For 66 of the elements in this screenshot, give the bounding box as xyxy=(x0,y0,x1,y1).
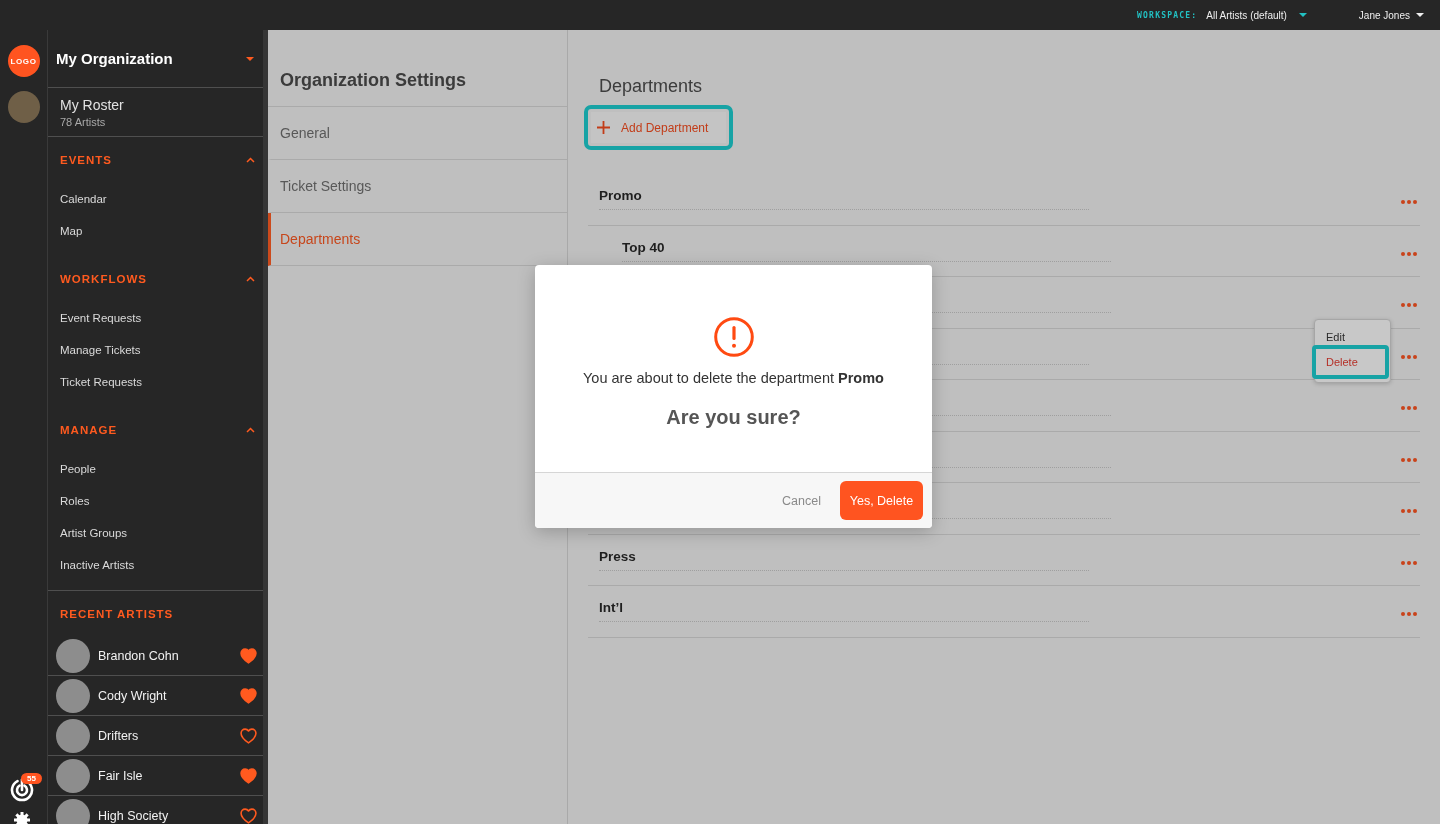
dialog-question: Are you sure? xyxy=(666,405,801,429)
sidebar-item[interactable]: Manage Tickets xyxy=(60,344,141,356)
section-header[interactable]: WORKFLOWS xyxy=(60,273,147,285)
plus-icon xyxy=(597,121,610,134)
department-name-field[interactable]: Top 40 xyxy=(622,238,1111,262)
avatar-placeholder xyxy=(56,678,90,713)
sidebar-item[interactable]: People xyxy=(60,463,96,475)
chevron-up-icon[interactable] xyxy=(246,276,255,282)
heart-icon[interactable] xyxy=(240,647,257,664)
organization-dropdown[interactable]: My Organization xyxy=(56,50,254,67)
more-options-icon[interactable] xyxy=(1401,457,1417,462)
heart-icon[interactable] xyxy=(240,727,257,744)
department-name-field[interactable]: Int’l xyxy=(599,599,1089,622)
settings-nav-item[interactable]: General xyxy=(268,107,567,160)
artist-name[interactable]: Cody Wright xyxy=(98,688,167,703)
department-name-field[interactable]: Press xyxy=(599,547,1089,571)
caret-icon xyxy=(246,56,254,61)
target-icon[interactable] xyxy=(10,778,34,802)
roster-count: 78 Artists xyxy=(60,115,106,130)
more-options-icon[interactable] xyxy=(1401,303,1417,307)
chevron-up-icon[interactable] xyxy=(246,157,255,163)
artist-name[interactable]: Brandon Cohn xyxy=(98,648,179,663)
avatar-placeholder xyxy=(56,718,90,753)
workspace-label: WORKSPACE: xyxy=(1137,10,1198,20)
caret-icon xyxy=(1298,13,1307,17)
more-options-icon[interactable] xyxy=(1401,406,1417,410)
avatar-placeholder xyxy=(56,638,90,673)
heart-icon[interactable] xyxy=(240,807,257,824)
heart-icon[interactable] xyxy=(240,767,257,784)
roster-link[interactable]: My Roster xyxy=(60,96,124,114)
caret-icon xyxy=(1416,13,1424,17)
settings-nav-item[interactable]: Ticket Settings xyxy=(268,160,567,213)
department-name-field[interactable]: Promo xyxy=(599,187,1089,210)
workspace-dropdown[interactable]: All Artists (default) xyxy=(1206,9,1307,21)
artist-name[interactable]: Fair Isle xyxy=(98,768,143,783)
settings-title: Organization Settings xyxy=(280,69,466,91)
section-header[interactable]: EVENTS xyxy=(60,154,112,166)
artist-name[interactable]: High Society xyxy=(98,808,169,823)
departments-title: Departments xyxy=(599,75,703,97)
more-options-icon[interactable] xyxy=(1401,509,1417,513)
section-header[interactable]: MANAGE xyxy=(60,424,118,436)
sidebar-item[interactable]: Event Requests xyxy=(60,312,142,324)
more-options-icon[interactable] xyxy=(1401,251,1417,256)
more-options-icon[interactable] xyxy=(1401,560,1417,565)
sidebar-item[interactable]: Calendar xyxy=(60,193,107,205)
notification-badge: 55 xyxy=(21,773,42,784)
user-menu[interactable]: Jane Jones xyxy=(1358,9,1424,21)
more-options-icon[interactable] xyxy=(1401,612,1417,616)
more-options-icon[interactable] xyxy=(1401,354,1417,359)
more-options-icon[interactable] xyxy=(1401,200,1417,204)
avatar-placeholder xyxy=(56,758,90,793)
sidebar-item[interactable]: Inactive Artists xyxy=(60,559,135,571)
section-header: RECENT ARTISTS xyxy=(60,607,174,620)
settings-icon[interactable] xyxy=(14,812,30,824)
menu-item[interactable]: Delete xyxy=(1312,344,1389,379)
sidebar-item[interactable]: Artist Groups xyxy=(60,527,128,539)
avatar-placeholder xyxy=(56,798,90,824)
avatar-placeholder[interactable] xyxy=(7,91,40,123)
sidebar-item[interactable]: Map xyxy=(60,225,83,237)
heart-icon[interactable] xyxy=(240,687,257,704)
sidebar-item[interactable]: Roles xyxy=(60,495,90,507)
sidebar-item[interactable]: Ticket Requests xyxy=(60,376,143,388)
artist-name[interactable]: Drifters xyxy=(98,728,139,743)
dialog-message: You are about to delete the department Promo xyxy=(583,369,884,387)
chevron-up-icon[interactable] xyxy=(246,427,255,433)
alert-icon xyxy=(713,317,754,357)
